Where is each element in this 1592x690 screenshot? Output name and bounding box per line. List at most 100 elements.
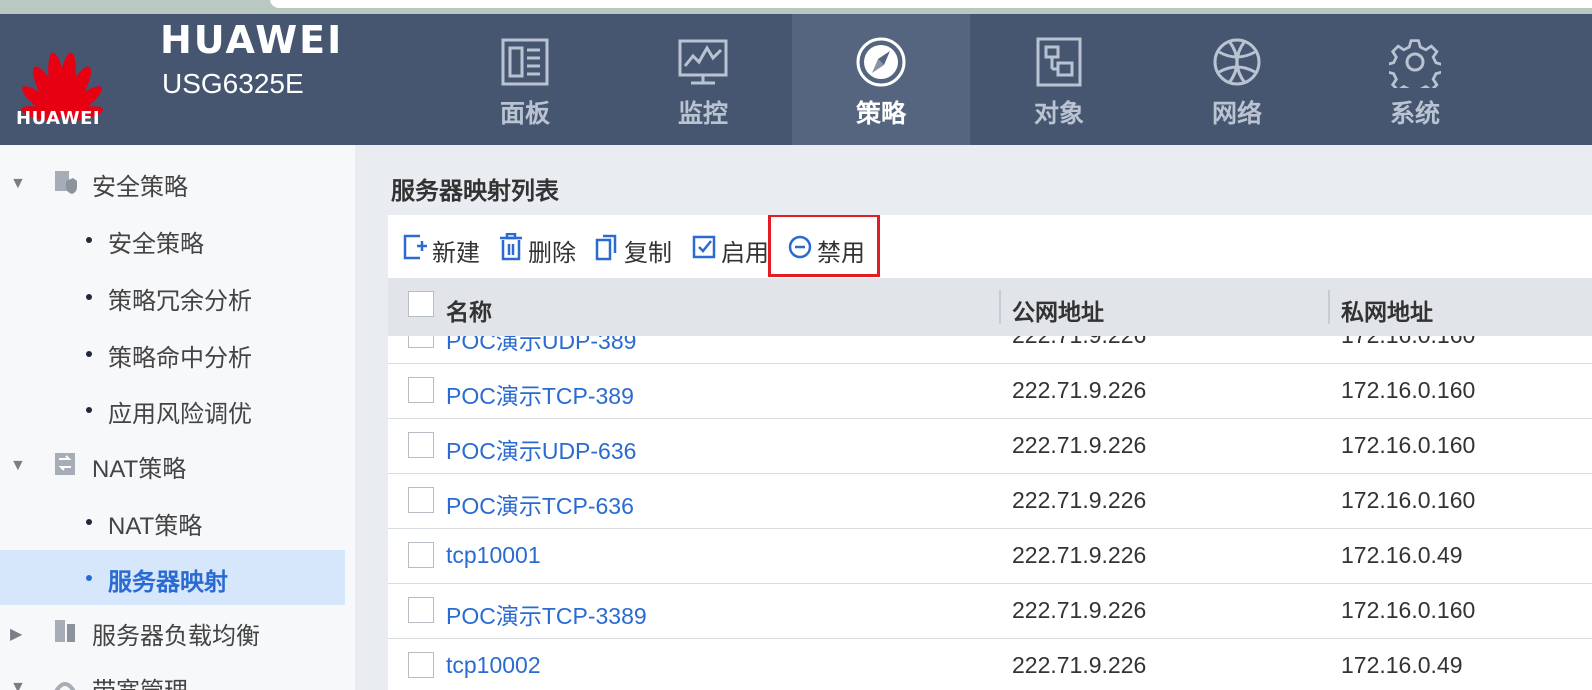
dashboard-icon — [501, 38, 549, 86]
tab-object[interactable]: 对象 — [970, 14, 1148, 145]
sidebar-item-app-risk[interactable]: 应用风险调优 — [0, 382, 345, 437]
table-body: POC演示UDP-389 222.71.9.226 172.16.0.160 P… — [388, 336, 1592, 690]
expand-arrow-icon[interactable]: ▼ — [10, 457, 26, 475]
table-row[interactable]: POC演示TCP-389 222.71.9.226 172.16.0.160 — [388, 364, 1592, 419]
browser-top-strip — [0, 0, 1592, 14]
bullet — [86, 294, 92, 300]
sidebar-item-policy-hit[interactable]: 策略命中分析 — [0, 326, 345, 381]
table-row[interactable]: POC演示TCP-3389 222.71.9.226 172.16.0.160 — [388, 584, 1592, 639]
expand-arrow-icon[interactable]: ▼ — [10, 175, 26, 193]
tab-label: 面板 — [499, 100, 550, 128]
table-row[interactable]: POC演示TCP-636 222.71.9.226 172.16.0.160 — [388, 474, 1592, 529]
row-private-address: 172.16.0.160 — [1341, 487, 1476, 513]
table-header: 名称 公网地址 私网地址 — [388, 278, 1592, 336]
sidebar-item-label: NAT策略 — [108, 513, 203, 540]
delete-button[interactable]: 删除 — [498, 231, 580, 267]
tab-monitor[interactable]: 监控 — [614, 14, 792, 145]
row-private-address: 172.16.0.49 — [1341, 542, 1463, 568]
table-row[interactable]: POC演示UDP-389 222.71.9.226 172.16.0.160 — [388, 336, 1592, 364]
column-divider[interactable] — [999, 290, 1001, 324]
table-row[interactable]: tcp10001 222.71.9.226 172.16.0.49 — [388, 529, 1592, 584]
row-name-link[interactable]: POC演示TCP-389 — [446, 377, 634, 411]
page-title: 服务器映射列表 — [391, 178, 559, 205]
column-divider[interactable] — [1328, 290, 1330, 324]
table-row[interactable]: POC演示UDP-636 222.71.9.226 172.16.0.160 — [388, 419, 1592, 474]
bullet — [86, 575, 92, 581]
sidebar-item-server-mapping[interactable]: 服务器映射 — [0, 550, 345, 605]
bullet — [86, 519, 92, 525]
column-header-public-address[interactable]: 公网地址 — [1012, 293, 1104, 327]
row-public-address: 222.71.9.226 — [1012, 542, 1147, 568]
row-name-link[interactable]: POC演示TCP-3389 — [446, 597, 647, 631]
tab-label: 对象 — [1033, 100, 1084, 128]
compass-icon — [856, 37, 906, 87]
collapse-arrow-icon[interactable]: ▶ — [10, 624, 22, 644]
sidebar-group-label: 服务器负载均衡 — [92, 623, 260, 650]
sidebar-group-nat-policy[interactable]: ▼ NAT策略 — [0, 439, 355, 489]
sidebar-item-label: 服务器映射 — [108, 569, 228, 596]
sidebar-item-nat-policy[interactable]: NAT策略 — [0, 494, 345, 549]
sidebar-item-policy-redundancy[interactable]: 策略冗余分析 — [0, 269, 345, 324]
row-public-address: 222.71.9.226 — [1012, 487, 1147, 513]
row-private-address: 172.16.0.160 — [1341, 432, 1476, 458]
tab-label: 策略 — [855, 100, 906, 128]
sidebar-group-server-load-balance[interactable]: ▶ 服务器负载均衡 — [0, 606, 355, 656]
row-checkbox[interactable] — [408, 432, 434, 458]
copy-button[interactable]: 复制 — [594, 231, 676, 267]
row-public-address: 222.71.9.226 — [1012, 432, 1147, 458]
row-name-link[interactable]: POC演示TCP-636 — [446, 487, 634, 521]
expand-arrow-icon[interactable]: ▼ — [10, 679, 26, 690]
sidebar-item-label: 策略冗余分析 — [108, 288, 252, 315]
row-name-link[interactable]: POC演示UDP-636 — [446, 432, 636, 466]
tab-network[interactable]: 网络 — [1148, 14, 1326, 145]
row-private-address: 172.16.0.160 — [1341, 597, 1476, 623]
column-header-name[interactable]: 名称 — [446, 293, 492, 327]
object-icon — [1036, 37, 1082, 87]
gear-icon — [1389, 39, 1441, 88]
sidebar-item-security-policy[interactable]: 安全策略 — [0, 212, 345, 267]
toolbar-label: 新建 — [432, 240, 480, 267]
sidebar-group-bandwidth[interactable]: ▼ 带宽管理 — [0, 661, 355, 690]
highlight-annotation — [768, 215, 880, 277]
row-public-address: 222.71.9.226 — [1012, 336, 1146, 349]
row-checkbox[interactable] — [408, 377, 434, 403]
row-public-address: 222.71.9.226 — [1012, 652, 1147, 678]
row-checkbox[interactable] — [408, 336, 434, 348]
select-all-checkbox[interactable] — [408, 291, 434, 317]
sidebar-group-security-policy[interactable]: ▼ 安全策略 — [0, 157, 355, 207]
enable-button[interactable]: 启用 — [691, 231, 769, 267]
bullet — [86, 351, 92, 357]
add-icon — [403, 234, 427, 260]
row-private-address: 172.16.0.49 — [1341, 652, 1463, 678]
sidebar-item-label: 策略命中分析 — [108, 345, 252, 372]
server-mapping-panel: 新建 删除 复制 启用 禁用 名称 公网地址 私网地址 POC演示UDP-389… — [388, 215, 1592, 690]
sidebar-group-label: 安全策略 — [92, 174, 188, 201]
new-button[interactable]: 新建 — [402, 231, 484, 267]
sidebar-item-label: 安全策略 — [108, 231, 204, 258]
toolbar-label: 复制 — [624, 240, 672, 267]
monitor-icon — [678, 39, 728, 85]
logo-text: HUAWEI — [16, 108, 101, 129]
row-checkbox[interactable] — [408, 597, 434, 623]
row-name-link[interactable]: tcp10002 — [446, 652, 541, 679]
table-row[interactable]: tcp10002 222.71.9.226 172.16.0.49 — [388, 639, 1592, 690]
column-header-private-address[interactable]: 私网地址 — [1341, 293, 1433, 327]
row-name-link[interactable]: tcp10001 — [446, 542, 541, 569]
sidebar-group-label: NAT策略 — [92, 456, 187, 483]
main-content: 服务器映射列表 新建 删除 复制 启用 禁用 名称 公网地址 私网地址 POC演… — [355, 145, 1592, 690]
row-public-address: 222.71.9.226 — [1012, 597, 1147, 623]
row-private-address: 172.16.0.160 — [1341, 336, 1475, 349]
tab-policy[interactable]: 策略 — [792, 14, 970, 145]
row-checkbox[interactable] — [408, 487, 434, 513]
row-name-link[interactable]: POC演示UDP-389 — [446, 336, 636, 356]
nat-policy-icon — [55, 453, 75, 475]
bandwidth-icon — [54, 682, 76, 690]
trash-icon — [500, 233, 522, 261]
tab-system[interactable]: 系统 — [1326, 14, 1504, 145]
row-checkbox[interactable] — [408, 652, 434, 678]
tab-dashboard[interactable]: 面板 — [436, 14, 614, 145]
brand-title: HUAWEI — [160, 18, 344, 62]
globe-icon — [1213, 38, 1261, 86]
row-checkbox[interactable] — [408, 542, 434, 568]
bullet — [86, 407, 92, 413]
